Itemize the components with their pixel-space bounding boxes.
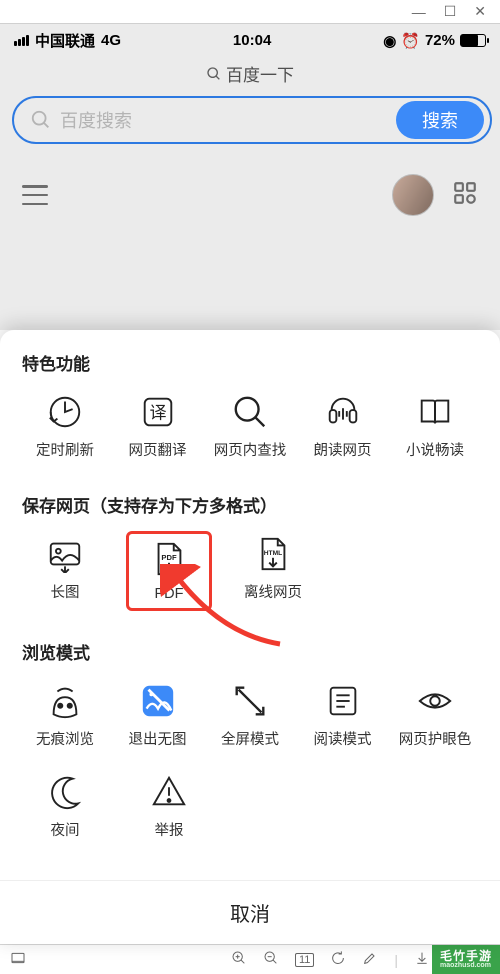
item-label: 退出无图 bbox=[129, 728, 187, 749]
hamburger-icon[interactable] bbox=[22, 185, 48, 205]
eye-protect-icon bbox=[416, 682, 454, 720]
item-offline-page[interactable]: HTML 离线网页 bbox=[230, 531, 316, 611]
reader-mode-icon bbox=[324, 682, 362, 720]
search-button[interactable]: 搜索 bbox=[396, 101, 484, 139]
apps-grid-icon[interactable] bbox=[452, 180, 478, 211]
page-title: 百度一下 bbox=[226, 61, 294, 86]
search-icon bbox=[30, 109, 52, 131]
section-save: 保存网页（支持存为下方多格式） 长图 PDF PDF HTML 离线网页 bbox=[0, 472, 500, 619]
fullscreen-icon bbox=[231, 682, 269, 720]
item-label: 网页内查找 bbox=[214, 439, 287, 460]
status-bar: 中国联通 4G 10:04 ◉ ⏰ 72% bbox=[0, 24, 500, 53]
zoom-out-icon[interactable] bbox=[263, 950, 279, 969]
download-icon[interactable] bbox=[414, 950, 430, 969]
features-grid: 定时刷新 译 网页翻译 网页内查找 朗读网页 小说畅读 bbox=[22, 389, 478, 464]
translate-icon: 译 bbox=[139, 393, 177, 431]
item-report[interactable]: 举报 bbox=[126, 769, 212, 844]
exit-noimage-icon bbox=[139, 682, 177, 720]
timer-refresh-icon bbox=[46, 393, 84, 431]
item-eye-protect[interactable]: 网页护眼色 bbox=[392, 678, 478, 753]
offline-page-icon: HTML bbox=[254, 535, 292, 573]
carrier-label: 中国联通 bbox=[35, 30, 95, 51]
clock: 10:04 bbox=[233, 32, 271, 49]
item-label: 阅读模式 bbox=[314, 728, 372, 749]
night-mode-icon bbox=[46, 773, 84, 811]
item-label: 举报 bbox=[155, 819, 184, 840]
toolbar-row bbox=[0, 158, 500, 232]
section-browse: 浏览模式 无痕浏览 退出无图 全屏模式 阅读模式 bbox=[0, 619, 500, 852]
read-aloud-icon bbox=[324, 393, 362, 431]
minimize-icon[interactable]: — bbox=[412, 4, 426, 20]
incognito-icon bbox=[46, 682, 84, 720]
item-reader-mode[interactable]: 阅读模式 bbox=[300, 678, 386, 753]
svg-text:PDF: PDF bbox=[161, 553, 177, 562]
maximize-icon[interactable]: ☐ bbox=[444, 3, 457, 20]
save-grid: 长图 PDF PDF HTML 离线网页 bbox=[22, 531, 478, 611]
item-exit-noimage[interactable]: 退出无图 bbox=[115, 678, 201, 753]
os-bottom-bar: 11 | 毛竹手游 maozhusd.com bbox=[0, 944, 500, 974]
section-title: 特色功能 bbox=[22, 350, 478, 375]
item-label: 长图 bbox=[51, 581, 80, 602]
item-novel-mode[interactable]: 小说畅读 bbox=[392, 389, 478, 464]
item-timer-refresh[interactable]: 定时刷新 bbox=[22, 389, 108, 464]
item-night[interactable]: 夜间 bbox=[22, 769, 108, 844]
window-chrome: — ☐ ✕ bbox=[0, 0, 500, 24]
panel-icon[interactable] bbox=[10, 950, 26, 969]
svg-text:译: 译 bbox=[149, 404, 166, 423]
edit-icon[interactable] bbox=[362, 950, 378, 969]
item-translate[interactable]: 译 网页翻译 bbox=[115, 389, 201, 464]
tab-count[interactable]: 11 bbox=[295, 953, 314, 967]
close-icon[interactable]: ✕ bbox=[474, 3, 486, 20]
item-long-image[interactable]: 长图 bbox=[22, 531, 108, 611]
zoom-in-icon[interactable] bbox=[231, 950, 247, 969]
item-read-aloud[interactable]: 朗读网页 bbox=[300, 389, 386, 464]
item-find-in-page[interactable]: 网页内查找 bbox=[207, 389, 293, 464]
network-label: 4G bbox=[101, 32, 121, 49]
cancel-button[interactable]: 取消 bbox=[0, 880, 500, 944]
alarm-icon: ⏰ bbox=[401, 32, 420, 50]
item-label: 定时刷新 bbox=[36, 439, 94, 460]
pdf-icon: PDF bbox=[150, 540, 188, 578]
search-row: 百度搜索 搜索 bbox=[0, 96, 500, 158]
page-title-row: 百度一下 bbox=[0, 53, 500, 96]
svg-text:HTML: HTML bbox=[264, 550, 282, 557]
signal-icon bbox=[14, 35, 29, 46]
tools-sheet: 特色功能 定时刷新 译 网页翻译 网页内查找 朗读网页 bbox=[0, 330, 500, 944]
section-features: 特色功能 定时刷新 译 网页翻译 网页内查找 朗读网页 bbox=[0, 330, 500, 472]
battery-icon bbox=[460, 34, 486, 47]
avatar[interactable] bbox=[392, 174, 434, 216]
novel-mode-icon bbox=[416, 393, 454, 431]
long-image-icon bbox=[46, 535, 84, 573]
report-icon bbox=[150, 773, 188, 811]
item-label: 离线网页 bbox=[244, 581, 302, 602]
item-incognito[interactable]: 无痕浏览 bbox=[22, 678, 108, 753]
find-in-page-icon bbox=[231, 393, 269, 431]
item-label: PDF bbox=[155, 586, 184, 602]
browse-grid-1: 无痕浏览 退出无图 全屏模式 阅读模式 网页护眼色 bbox=[22, 678, 478, 753]
item-label: 无痕浏览 bbox=[36, 728, 94, 749]
sync-icon: ◉ bbox=[383, 32, 396, 50]
item-pdf[interactable]: PDF PDF bbox=[126, 531, 212, 611]
refresh-icon[interactable] bbox=[330, 950, 346, 969]
item-label: 夜间 bbox=[51, 819, 80, 840]
phone-screen: 中国联通 4G 10:04 ◉ ⏰ 72% 百度一下 百度搜索 搜索 bbox=[0, 24, 500, 944]
battery-pct: 72% bbox=[425, 32, 455, 49]
item-fullscreen[interactable]: 全屏模式 bbox=[207, 678, 293, 753]
section-title: 浏览模式 bbox=[22, 639, 478, 664]
item-label: 全屏模式 bbox=[221, 728, 279, 749]
watermark: 毛竹手游 maozhusd.com bbox=[432, 945, 500, 974]
item-label: 网页翻译 bbox=[129, 439, 187, 460]
item-label: 小说畅读 bbox=[406, 439, 464, 460]
section-title: 保存网页（支持存为下方多格式） bbox=[22, 492, 478, 517]
browse-grid-2: 夜间 举报 bbox=[22, 769, 478, 844]
item-label: 朗读网页 bbox=[314, 439, 372, 460]
search-icon bbox=[206, 66, 222, 82]
item-label: 网页护眼色 bbox=[399, 728, 472, 749]
